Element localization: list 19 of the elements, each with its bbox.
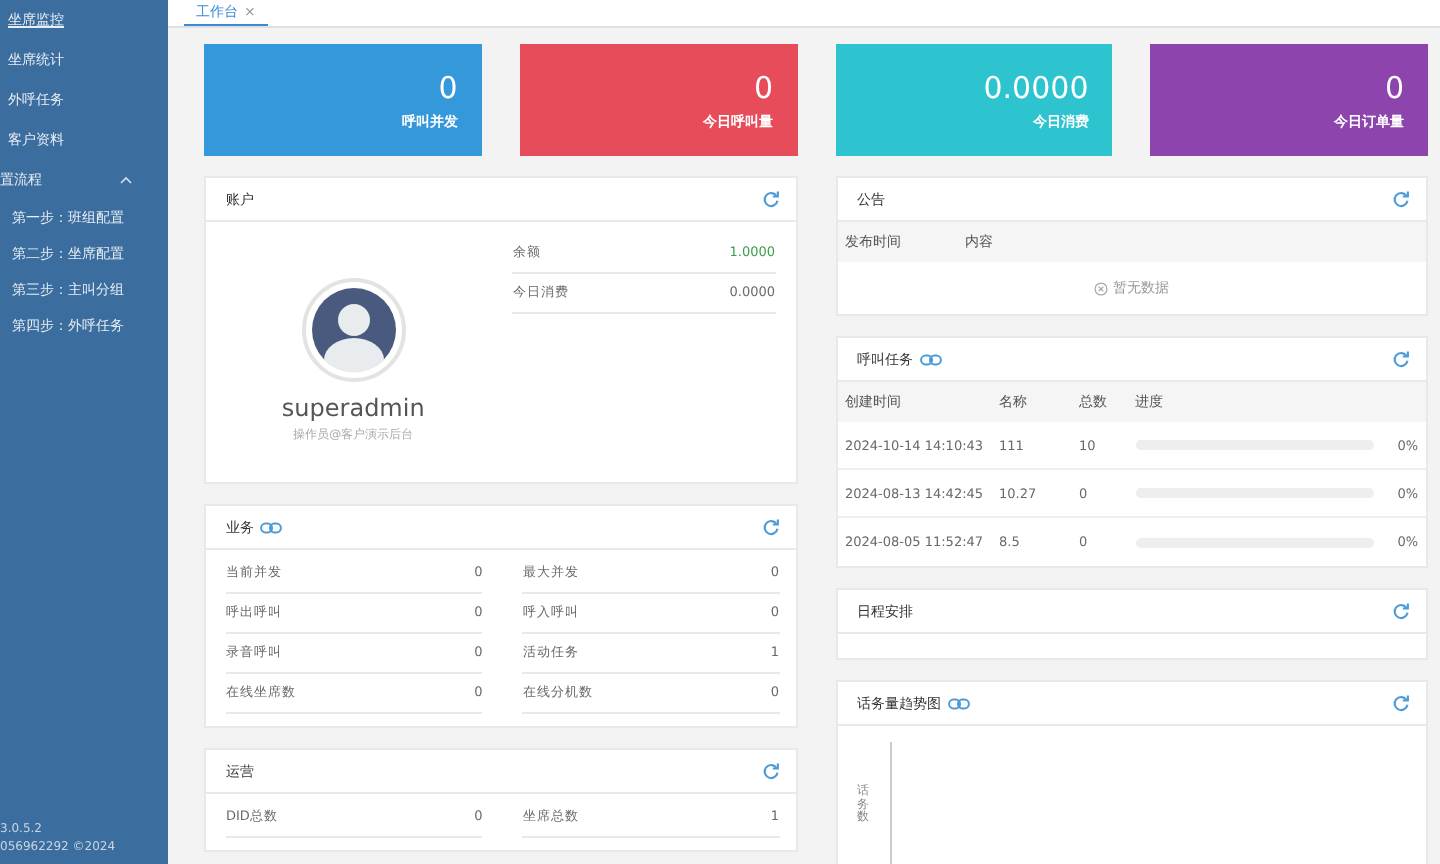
stat-value: 0.0000 bbox=[983, 69, 1089, 105]
refresh-icon[interactable] bbox=[1392, 602, 1410, 620]
refresh-icon[interactable] bbox=[761, 762, 779, 780]
stat-value: 0 bbox=[1384, 69, 1404, 105]
refresh-icon[interactable] bbox=[1392, 350, 1410, 368]
caret-icon[interactable] bbox=[120, 176, 132, 184]
empty-icon bbox=[1094, 281, 1109, 295]
refresh-icon[interactable] bbox=[761, 518, 779, 536]
refresh-icon[interactable] bbox=[761, 190, 779, 208]
refresh-icon[interactable] bbox=[1392, 190, 1410, 208]
link-icon[interactable] bbox=[260, 521, 282, 533]
stat-value: 0 bbox=[438, 69, 458, 105]
chart-axis bbox=[889, 742, 891, 864]
link-icon[interactable] bbox=[919, 353, 941, 365]
link-icon[interactable] bbox=[947, 697, 969, 709]
refresh-icon[interactable] bbox=[1392, 694, 1410, 712]
username: superadmin bbox=[281, 393, 425, 421]
stat-value: 0 bbox=[753, 69, 773, 105]
avatar-icon bbox=[301, 277, 406, 381]
